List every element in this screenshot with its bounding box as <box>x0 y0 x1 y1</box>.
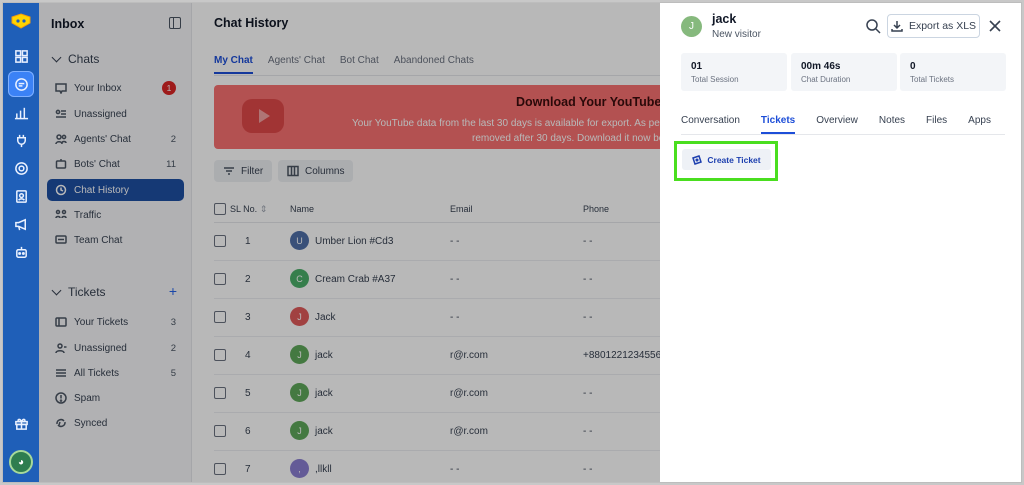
tab-overview[interactable]: Overview <box>816 115 858 134</box>
drawer-tabs: Conversation Tickets Overview Notes File… <box>681 115 1012 134</box>
modal-backdrop[interactable] <box>39 3 660 482</box>
dashboard-icon[interactable] <box>8 43 34 69</box>
stat-total-session: 01 Total Session <box>681 53 787 91</box>
search-icon[interactable] <box>865 18 881 34</box>
stat-chat-duration: 00m 46s Chat Duration <box>791 53 897 91</box>
tab-files[interactable]: Files <box>926 115 947 134</box>
integrations-plug-icon[interactable] <box>8 127 34 153</box>
tab-conversation[interactable]: Conversation <box>681 115 740 134</box>
user-avatar[interactable]: ◕ <box>9 450 33 474</box>
campaign-megaphone-icon[interactable] <box>8 211 34 237</box>
brand-logo-icon[interactable] <box>10 13 32 29</box>
ticket-icon <box>692 154 703 165</box>
chat-icon[interactable] <box>8 71 34 97</box>
drawer-tab-divider <box>681 134 1005 135</box>
close-icon[interactable] <box>988 19 1002 33</box>
gift-icon[interactable] <box>8 410 34 436</box>
export-xls-button[interactable]: Export as XLS <box>887 14 980 38</box>
stat-total-tickets: 0 Total Tickets <box>900 53 1006 91</box>
contacts-icon[interactable] <box>8 183 34 209</box>
create-ticket-button[interactable]: Create Ticket <box>682 149 771 170</box>
tab-apps[interactable]: Apps <box>968 115 991 134</box>
analytics-icon[interactable] <box>8 99 34 125</box>
visitor-avatar: J <box>681 16 702 37</box>
tab-notes[interactable]: Notes <box>879 115 905 134</box>
bot-icon[interactable] <box>8 239 34 265</box>
app-window: ◕ Inbox Chats Your Inbox 1 Unassigned Ag… <box>2 2 1022 483</box>
visitor-name: jack <box>712 12 737 26</box>
visitor-details-drawer: J jack New visitor Export as XLS 01 Tota… <box>660 3 1021 482</box>
icon-rail: ◕ <box>3 3 39 482</box>
download-icon <box>891 21 903 32</box>
tab-tickets[interactable]: Tickets <box>760 115 796 134</box>
settings-gear-icon[interactable] <box>8 155 34 181</box>
visitor-status: New visitor <box>712 29 761 40</box>
